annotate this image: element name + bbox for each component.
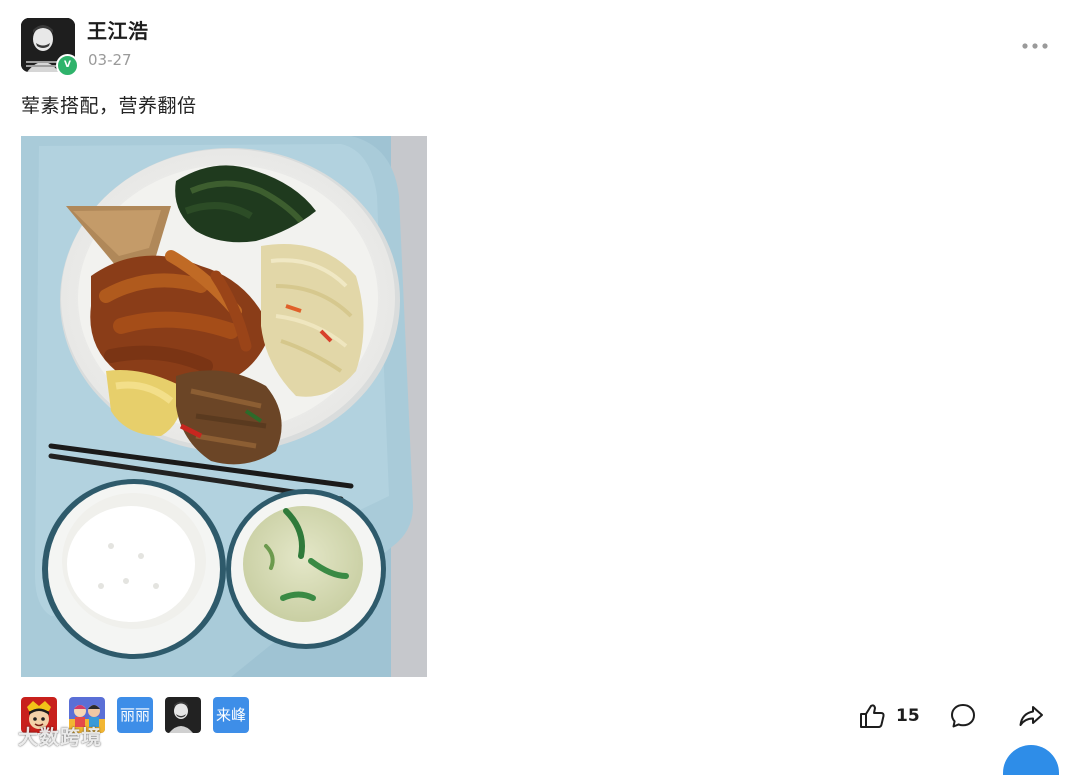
reactor-avatar-laifeng[interactable]: 来峰 (213, 697, 249, 733)
verified-badge: V (56, 54, 79, 77)
more-options-button[interactable] (1020, 36, 1050, 56)
reactor-avatar-portrait[interactable] (165, 697, 201, 733)
reactor-avatar-cartoon[interactable] (21, 697, 57, 733)
more-icon (1022, 43, 1048, 49)
like-count: 15 (896, 706, 920, 726)
cartoon-avatar-icon (21, 697, 57, 733)
post-card: V 王江浩 03-27 荤素搭配，营养翻倍 丽丽 来峰 大数跨境 15 (0, 0, 1072, 775)
reactor-avatar-lili[interactable]: 丽丽 (117, 697, 153, 733)
game-avatar-icon (69, 697, 105, 733)
comment-icon (951, 704, 975, 728)
thumbs-up-icon (860, 704, 885, 728)
post-text: 荤素搭配，营养翻倍 (21, 95, 197, 117)
post-date: 03-27 (88, 51, 132, 69)
comment-button[interactable] (949, 702, 977, 730)
reactor-avatar-game[interactable] (69, 697, 105, 733)
like-button[interactable]: 15 (858, 700, 920, 732)
share-icon (1019, 706, 1043, 726)
meal-tray-photo[interactable] (21, 136, 427, 677)
reactor-avatar-lili-label: 丽丽 (119, 706, 150, 724)
reactor-avatar-laifeng-label: 来峰 (215, 706, 246, 724)
share-button[interactable] (1017, 702, 1045, 730)
floating-action-edge[interactable] (1003, 745, 1059, 775)
author-name[interactable]: 王江浩 (87, 15, 149, 44)
portrait-avatar-icon (165, 697, 201, 733)
